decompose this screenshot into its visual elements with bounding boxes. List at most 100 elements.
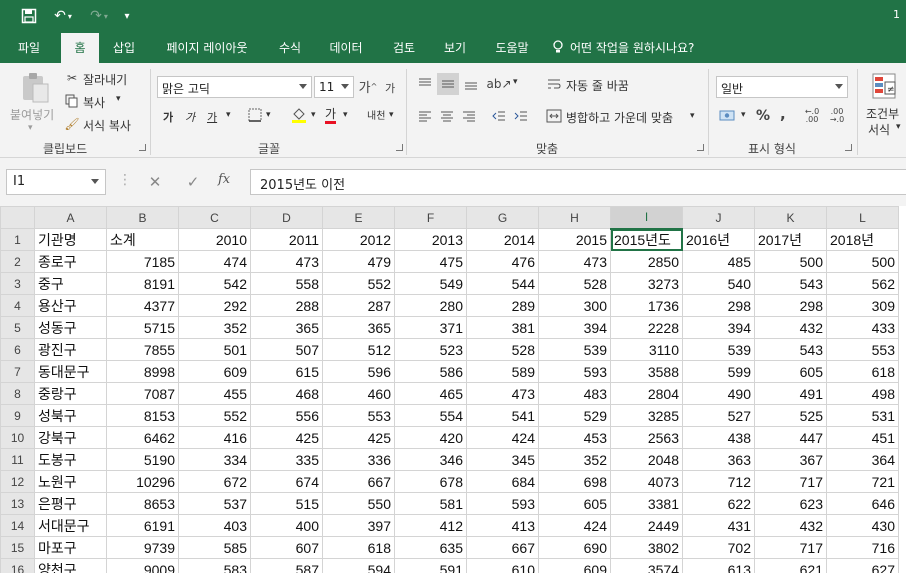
customize-qat-icon[interactable]: ▾	[118, 6, 136, 26]
cell-c4[interactable]: 292	[178, 294, 251, 317]
tab-home[interactable]: 홈	[61, 33, 99, 63]
cell-e4[interactable]: 287	[322, 294, 395, 317]
font-color-dropdown-icon[interactable]: ▾	[343, 110, 348, 120]
cell-b13[interactable]: 8653	[106, 492, 179, 515]
cell-g9[interactable]: 541	[466, 404, 539, 427]
cell-b14[interactable]: 6191	[106, 514, 179, 537]
cell-j1[interactable]: 2016년	[682, 228, 755, 251]
cell-l13[interactable]: 646	[826, 492, 899, 515]
row-header[interactable]: 13	[0, 492, 35, 515]
cell-e3[interactable]: 552	[322, 272, 395, 295]
cell-i16[interactable]: 3574	[610, 558, 683, 573]
increase-font-icon[interactable]: 가 ^	[359, 77, 378, 96]
cell-c10[interactable]: 416	[178, 426, 251, 449]
insert-function-icon[interactable]: fx	[218, 172, 230, 187]
cell-e11[interactable]: 336	[322, 448, 395, 471]
phonetic-dropdown-icon[interactable]: ▾	[389, 110, 394, 120]
chevron-down-icon[interactable]	[91, 179, 99, 184]
cell-h3[interactable]: 528	[538, 272, 611, 295]
cell-h2[interactable]: 473	[538, 250, 611, 273]
column-header-f[interactable]: F	[394, 206, 467, 229]
cell-j5[interactable]: 394	[682, 316, 755, 339]
align-left-icon[interactable]	[416, 107, 434, 125]
cell-a5[interactable]: 성동구	[34, 316, 107, 339]
cell-d8[interactable]: 468	[250, 382, 323, 405]
number-launcher-icon[interactable]	[845, 144, 852, 151]
cell-c9[interactable]: 552	[178, 404, 251, 427]
conditional-formatting-icon[interactable]: ≠	[870, 71, 900, 103]
cell-k5[interactable]: 432	[754, 316, 827, 339]
cell-k12[interactable]: 717	[754, 470, 827, 493]
cell-h9[interactable]: 529	[538, 404, 611, 427]
cell-e8[interactable]: 460	[322, 382, 395, 405]
cell-b1[interactable]: 소계	[106, 228, 179, 251]
underline-dropdown-icon[interactable]: ▾	[226, 110, 231, 120]
cell-i2[interactable]: 2850	[610, 250, 683, 273]
cell-b5[interactable]: 5715	[106, 316, 179, 339]
cell-f4[interactable]: 280	[394, 294, 467, 317]
cell-h5[interactable]: 394	[538, 316, 611, 339]
cell-j7[interactable]: 599	[682, 360, 755, 383]
paste-icon[interactable]	[18, 71, 52, 105]
row-header[interactable]: 7	[0, 360, 35, 383]
alignment-launcher-icon[interactable]	[697, 144, 704, 151]
decrease-font-icon[interactable]: 가	[382, 79, 398, 97]
cell-j4[interactable]: 298	[682, 294, 755, 317]
cell-e9[interactable]: 553	[322, 404, 395, 427]
cell-k1[interactable]: 2017년	[754, 228, 827, 251]
cell-a12[interactable]: 노원구	[34, 470, 107, 493]
cell-f2[interactable]: 475	[394, 250, 467, 273]
cell-f3[interactable]: 549	[394, 272, 467, 295]
cell-g10[interactable]: 424	[466, 426, 539, 449]
tell-me-search[interactable]: 어떤 작업을 원하시나요?	[552, 33, 732, 63]
cell-d5[interactable]: 365	[250, 316, 323, 339]
row-header[interactable]: 11	[0, 448, 35, 471]
align-bottom-icon[interactable]	[462, 75, 480, 93]
cell-d11[interactable]: 335	[250, 448, 323, 471]
cell-g15[interactable]: 667	[466, 536, 539, 559]
paste-dropdown-icon[interactable]: ▾	[28, 123, 33, 133]
cell-f16[interactable]: 591	[394, 558, 467, 573]
cell-c12[interactable]: 672	[178, 470, 251, 493]
tab-insert[interactable]: 삽입	[104, 33, 144, 63]
cell-i12[interactable]: 4073	[610, 470, 683, 493]
cell-g12[interactable]: 684	[466, 470, 539, 493]
cut-label[interactable]: 잘라내기	[83, 71, 127, 88]
cell-a9[interactable]: 성북구	[34, 404, 107, 427]
fill-color-dropdown-icon[interactable]: ▾	[311, 110, 316, 120]
cell-c16[interactable]: 583	[178, 558, 251, 573]
cell-i5[interactable]: 2228	[610, 316, 683, 339]
cell-a11[interactable]: 도봉구	[34, 448, 107, 471]
align-top-icon[interactable]	[416, 75, 434, 93]
cell-a10[interactable]: 강북구	[34, 426, 107, 449]
row-header[interactable]: 8	[0, 382, 35, 405]
cell-c8[interactable]: 455	[178, 382, 251, 405]
cell-d2[interactable]: 473	[250, 250, 323, 273]
cell-k10[interactable]: 447	[754, 426, 827, 449]
cell-g13[interactable]: 593	[466, 492, 539, 515]
merge-center-label[interactable]: 병합하고 가운데 맞춤	[566, 109, 673, 126]
align-right-icon[interactable]	[460, 107, 478, 125]
orientation-icon[interactable]: ab↗	[486, 75, 511, 93]
cell-a16[interactable]: 양천구	[34, 558, 107, 573]
cell-e13[interactable]: 550	[322, 492, 395, 515]
cell-l10[interactable]: 451	[826, 426, 899, 449]
cell-d12[interactable]: 674	[250, 470, 323, 493]
cell-c7[interactable]: 609	[178, 360, 251, 383]
row-header[interactable]: 3	[0, 272, 35, 295]
bold-button[interactable]: 가	[163, 109, 173, 125]
cell-a1[interactable]: 기관명	[34, 228, 107, 251]
merge-center-icon[interactable]	[545, 107, 563, 125]
row-header[interactable]: 1	[0, 228, 35, 251]
cell-d1[interactable]: 2011	[250, 228, 323, 251]
cell-i11[interactable]: 2048	[610, 448, 683, 471]
row-header[interactable]: 6	[0, 338, 35, 361]
cell-k8[interactable]: 491	[754, 382, 827, 405]
column-header-h[interactable]: H	[538, 206, 611, 229]
save-icon[interactable]	[16, 6, 42, 26]
cell-h1[interactable]: 2015	[538, 228, 611, 251]
cell-g11[interactable]: 345	[466, 448, 539, 471]
tab-view[interactable]: 보기	[434, 33, 476, 63]
borders-icon[interactable]	[247, 107, 263, 123]
cell-d16[interactable]: 587	[250, 558, 323, 573]
